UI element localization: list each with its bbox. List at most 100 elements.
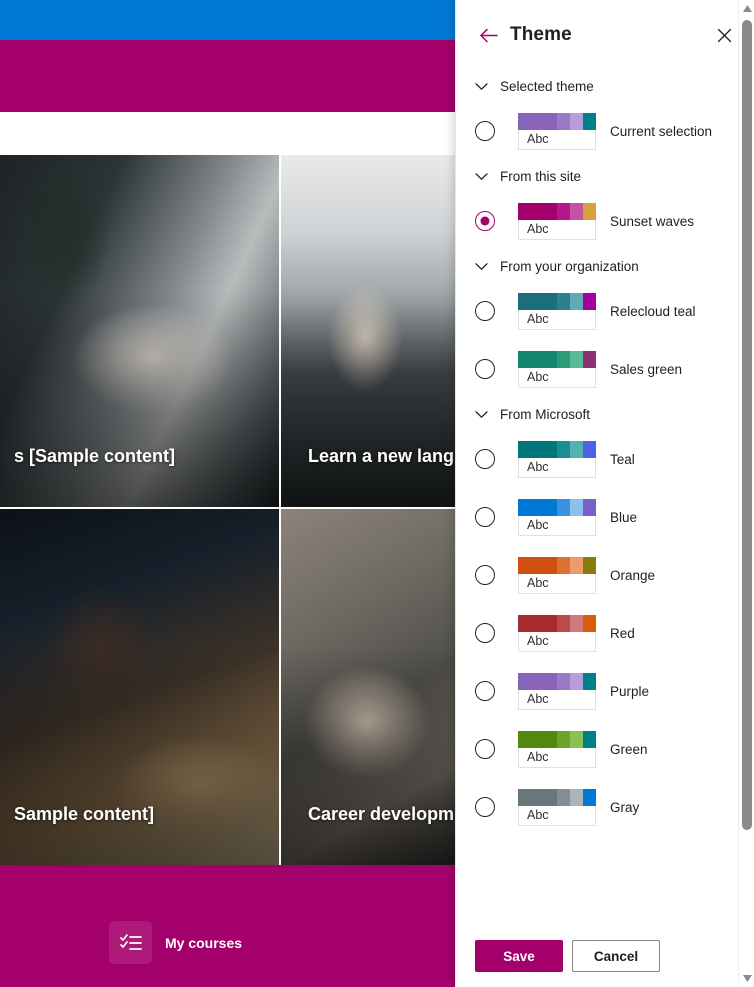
footer-link-my-courses[interactable]: My courses [109, 921, 242, 964]
theme-sample-text: Abc [518, 631, 596, 652]
card-title: Learn a new lang [308, 446, 455, 466]
theme-sample-text: Abc [518, 309, 596, 330]
theme-swatch[interactable]: Abc [518, 614, 596, 652]
theme-swatch[interactable]: Abc [518, 788, 596, 826]
theme-color-strip [518, 498, 596, 516]
theme-color-chip [583, 202, 596, 220]
theme-radio-button[interactable] [475, 211, 495, 231]
theme-option-row[interactable]: Abc Sales green [456, 340, 738, 398]
close-icon[interactable] [709, 20, 739, 50]
theme-option-label: Blue [610, 509, 638, 525]
theme-group-header[interactable]: From your organization [456, 250, 738, 282]
theme-group-header[interactable]: Selected theme [456, 70, 738, 102]
card-scrim [281, 644, 460, 865]
theme-color-chip [557, 672, 570, 690]
theme-option-row[interactable]: Abc Green [456, 720, 738, 778]
theme-color-chip [583, 672, 596, 690]
theme-option-row[interactable]: Abc Sunset waves [456, 192, 738, 250]
site-card[interactable]: Career developm [281, 509, 460, 865]
theme-color-chip [518, 350, 557, 368]
theme-color-chip [557, 614, 570, 632]
theme-color-chip [518, 730, 557, 748]
screen-root: s [Sample content] Learn a new lang Samp… [0, 0, 754, 987]
theme-option-label: Current selection [610, 123, 713, 139]
theme-swatch[interactable]: Abc [518, 498, 596, 536]
back-arrow-icon[interactable] [473, 20, 503, 50]
theme-color-chip [570, 498, 583, 516]
site-card[interactable]: Learn a new lang [281, 155, 460, 507]
theme-swatch[interactable]: Abc [518, 440, 596, 478]
theme-color-chip [570, 202, 583, 220]
theme-option-row[interactable]: Abc Red [456, 604, 738, 662]
site-card[interactable]: s [Sample content] [0, 155, 279, 507]
theme-sample-text: Abc [518, 457, 596, 478]
panel-body: Selected theme Abc Current selection From t… [456, 70, 754, 925]
chevron-down-icon [475, 410, 488, 419]
theme-sample-text: Abc [518, 367, 596, 388]
theme-color-chip [570, 556, 583, 574]
theme-color-chip [583, 788, 596, 806]
theme-color-chip [518, 672, 557, 690]
theme-radio-button[interactable] [475, 359, 495, 379]
save-button[interactable]: Save [475, 940, 563, 972]
theme-radio-button[interactable] [475, 121, 495, 141]
theme-option-label: Red [610, 625, 635, 641]
theme-color-strip [518, 292, 596, 310]
theme-color-chip [557, 730, 570, 748]
theme-color-strip [518, 202, 596, 220]
theme-group-label: From Microsoft [500, 406, 591, 422]
scroll-down-arrow-icon[interactable] [739, 970, 754, 987]
theme-group-header[interactable]: From this site [456, 160, 738, 192]
card-title: s [Sample content] [14, 446, 176, 466]
theme-option-row[interactable]: Abc Teal [456, 430, 738, 488]
theme-group-header[interactable]: From Microsoft [456, 398, 738, 430]
theme-radio-button[interactable] [475, 507, 495, 527]
theme-radio-button[interactable] [475, 449, 495, 469]
panel-scrollbar[interactable] [738, 0, 754, 987]
site-suite-bar [0, 0, 460, 40]
card-scrim [281, 288, 460, 507]
card-title: Career developm [308, 804, 455, 824]
theme-sample-text: Abc [518, 805, 596, 826]
theme-group-label: Selected theme [500, 78, 594, 94]
theme-option-row[interactable]: Abc Orange [456, 546, 738, 604]
theme-option-row[interactable]: Abc Gray [456, 778, 738, 836]
cancel-button[interactable]: Cancel [572, 940, 660, 972]
theme-radio-button[interactable] [475, 565, 495, 585]
theme-option-row[interactable]: Abc Blue [456, 488, 738, 546]
theme-radio-button[interactable] [475, 301, 495, 321]
theme-swatch[interactable]: Abc [518, 112, 596, 150]
theme-option-row[interactable]: Abc Purple [456, 662, 738, 720]
theme-swatch[interactable]: Abc [518, 292, 596, 330]
theme-option-label: Sunset waves [610, 213, 695, 229]
theme-color-strip [518, 556, 596, 574]
chevron-down-icon [475, 172, 488, 181]
theme-option-label: Orange [610, 567, 656, 583]
site-card-grid: s [Sample content] Learn a new lang Samp… [0, 155, 460, 865]
theme-swatch[interactable]: Abc [518, 730, 596, 768]
theme-swatch[interactable]: Abc [518, 556, 596, 594]
theme-swatch[interactable]: Abc [518, 672, 596, 710]
theme-option-row[interactable]: Abc Current selection [456, 102, 738, 160]
theme-swatch[interactable]: Abc [518, 202, 596, 240]
theme-option-row[interactable]: Abc Relecloud teal [456, 282, 738, 340]
site-content-gap [0, 112, 460, 155]
theme-radio-button[interactable] [475, 623, 495, 643]
theme-radio-button[interactable] [475, 739, 495, 759]
scroll-up-arrow-icon[interactable] [739, 0, 754, 17]
theme-radio-button[interactable] [475, 681, 495, 701]
theme-list: Selected theme Abc Current selection From t… [456, 70, 738, 925]
theme-color-chip [583, 556, 596, 574]
footer-link-label: My courses [165, 934, 243, 951]
theme-option-label: Sales green [610, 361, 683, 377]
site-card[interactable]: Sample content] [0, 509, 279, 865]
theme-color-chip [570, 112, 583, 130]
theme-radio-button[interactable] [475, 797, 495, 817]
theme-color-chip [518, 788, 557, 806]
panel-header: Theme [456, 0, 754, 70]
scrollbar-thumb[interactable] [742, 20, 752, 830]
theme-swatch[interactable]: Abc [518, 350, 596, 388]
theme-color-chip [518, 202, 557, 220]
theme-color-strip [518, 788, 596, 806]
theme-color-chip [583, 112, 596, 130]
